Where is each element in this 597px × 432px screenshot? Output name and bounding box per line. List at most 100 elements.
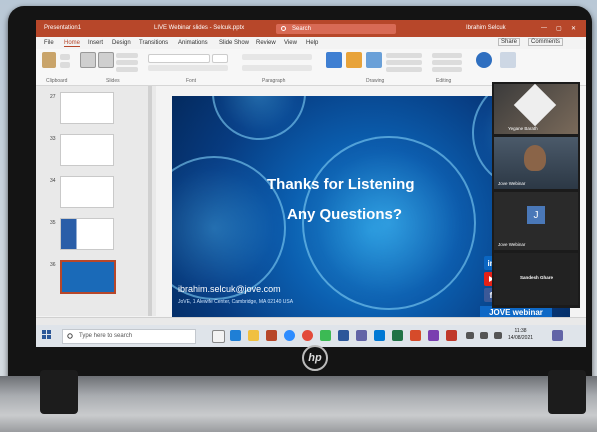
font-family-select[interactable] [148,54,210,63]
select-button[interactable] [432,67,462,72]
slide-title-line1: Thanks for Listening [267,176,415,193]
cut-button[interactable] [60,54,70,60]
share-button[interactable]: Share [498,38,521,46]
outlook-icon[interactable] [374,330,385,341]
app-title: Presentation1 [44,25,82,31]
teams-icon[interactable] [356,330,367,341]
system-clock[interactable]: 11:38 14/08/2021 [508,328,533,342]
slide-thumbnail-selected[interactable] [60,260,116,294]
tab-insert[interactable]: Insert [88,40,103,46]
minimize-button[interactable]: — [541,25,547,31]
tab-animations[interactable]: Animations [178,40,208,46]
participant-tile[interactable]: J Jove Webinar [494,192,578,250]
taskbar-search-placeholder: Type here to search [79,333,133,339]
tab-home[interactable]: Home [64,40,81,47]
search-placeholder: Search [292,26,312,32]
tab-help[interactable]: Help [306,40,318,46]
group-clipboard: Clipboard [46,78,68,84]
maximize-button[interactable]: ▢ [556,25,562,32]
slides-scrollbar[interactable] [148,86,152,316]
tab-view[interactable]: View [284,40,297,46]
shapes-icon[interactable] [326,52,342,68]
paste-icon[interactable] [42,52,56,68]
powerpoint-icon[interactable] [266,330,277,341]
alignment-buttons[interactable] [242,65,312,71]
participant-name: Yegane Barath [508,126,538,131]
file-explorer-icon[interactable] [248,330,259,341]
app-icon[interactable] [446,330,457,341]
taskbar-search-input[interactable]: Type here to search [62,329,196,344]
laptop-screen: Presentation1 LIVE Webinar slides - Selc… [36,20,586,347]
slide-number: 36 [50,262,56,268]
find-button[interactable] [432,53,462,58]
participant-name: Jove Webinar [498,242,526,247]
word-icon[interactable] [338,330,349,341]
laptop-hinge-right [548,370,586,414]
participant-name: Sandesh Ghare [520,275,554,280]
participant-tile[interactable]: Yegane Barath [494,84,578,134]
participant-name: Jove Webinar [498,181,526,186]
close-button[interactable]: ✕ [571,25,576,32]
slide-number: 34 [50,178,56,184]
reset-button[interactable] [116,60,138,65]
task-view-icon[interactable] [212,330,225,343]
battery-icon[interactable] [494,332,502,339]
title-bar: Presentation1 LIVE Webinar slides - Selc… [36,20,586,37]
user-name[interactable]: Ibrahim Selcuk [466,25,506,31]
slide-thumbnail[interactable] [60,176,114,208]
wifi-icon[interactable] [466,332,474,339]
quick-styles-icon[interactable] [366,52,382,68]
slides-panel: 27 33 34 35 36 [36,86,156,316]
arrange-icon[interactable] [346,52,362,68]
shape-effects-button[interactable] [386,67,422,72]
document-title: LIVE Webinar slides - Selcuk.pptx [154,25,245,31]
slide-thumbnail[interactable] [60,134,114,166]
ribbon-tabs: File Home Insert Design Transitions Anim… [36,37,586,49]
copy-button[interactable] [60,62,70,68]
group-paragraph: Paragraph [262,78,286,84]
tab-transitions[interactable]: Transitions [139,40,168,46]
app-icon[interactable] [320,330,331,341]
cell-graphic [212,96,306,140]
edge-icon[interactable] [230,330,241,341]
app-icon[interactable] [428,330,439,341]
laptop-base [0,376,597,432]
volume-icon[interactable] [480,332,488,339]
reuse-slides-icon[interactable] [98,52,114,68]
layout-button[interactable] [116,53,138,58]
section-button[interactable] [116,67,138,72]
app-icon[interactable] [410,330,421,341]
font-size-select[interactable] [212,54,228,63]
cell-graphic [302,136,476,310]
slide-thumbnail[interactable] [60,92,114,124]
designer-icon[interactable] [500,52,516,68]
font-format-buttons[interactable] [148,65,228,71]
notification-icon[interactable] [552,330,563,341]
tab-file[interactable]: File [44,40,54,46]
contact-email: ibrahim.selcuk@jove.com [178,284,281,294]
shape-outline-button[interactable] [386,60,422,65]
group-editing: Editing [436,78,452,84]
new-slide-icon[interactable] [80,52,96,68]
tab-review[interactable]: Review [256,40,276,46]
tab-design[interactable]: Design [112,40,131,46]
zoom-icon[interactable] [284,330,295,341]
chrome-icon[interactable] [302,330,313,341]
participant-tile[interactable]: Jove Webinar [494,137,578,189]
excel-icon[interactable] [392,330,403,341]
tab-slide-show[interactable]: Slide Show [219,40,249,46]
taskbar: Type here to search 11:38 14/08/2021 [36,325,586,347]
group-font: Font [186,78,197,84]
paragraph-buttons[interactable] [242,54,312,60]
slide-title-line2: Any Questions? [287,206,403,223]
participant-tile[interactable]: Sandesh Ghare [494,253,578,305]
shape-fill-button[interactable] [386,53,422,58]
slide-thumbnail[interactable] [60,218,114,250]
comments-button[interactable]: Comments [528,38,564,46]
clock-date: 14/08/2021 [508,335,534,341]
search-input[interactable]: Search [276,24,396,34]
dictate-icon[interactable] [476,52,492,68]
replace-button[interactable] [432,60,462,65]
start-button[interactable] [42,330,52,340]
participant-avatar: J [527,206,545,224]
